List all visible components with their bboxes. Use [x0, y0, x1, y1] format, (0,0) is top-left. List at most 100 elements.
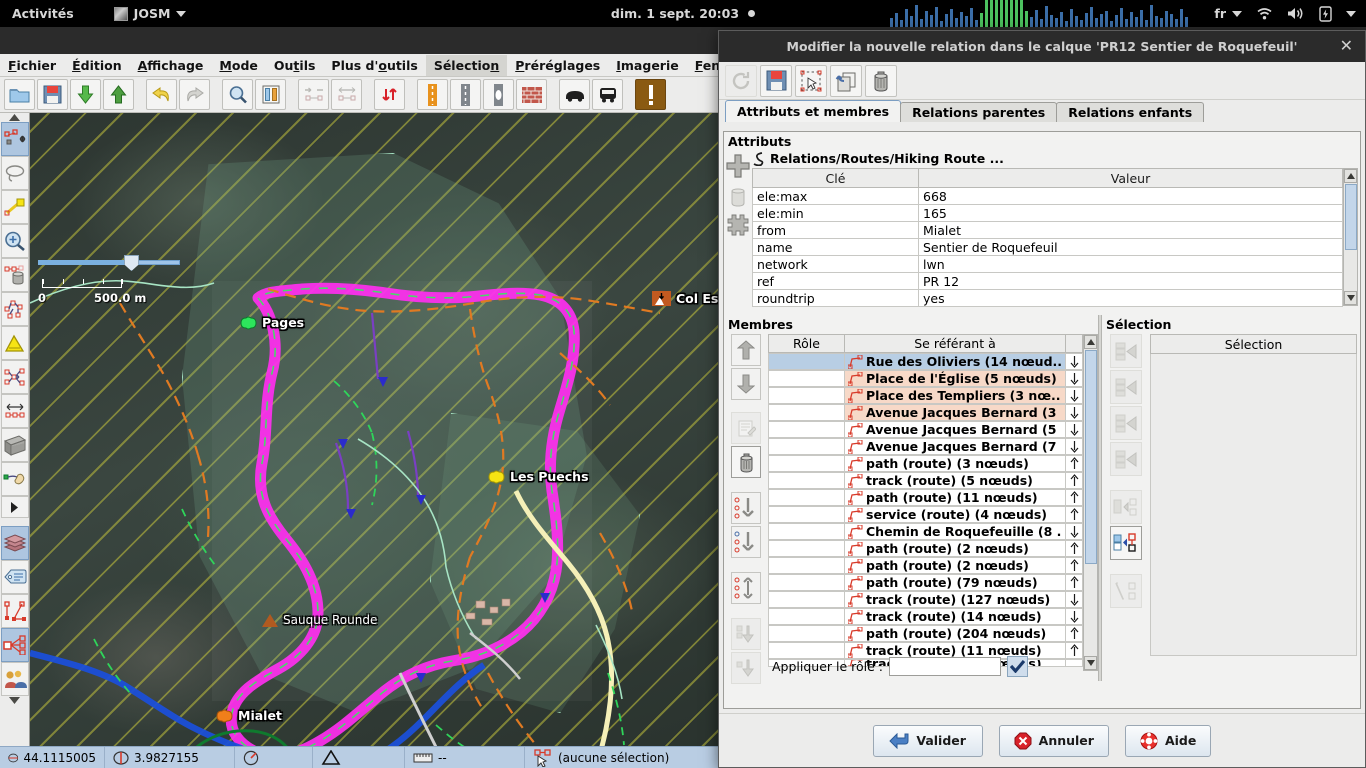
- search-icon[interactable]: [222, 79, 253, 110]
- scrollbar-thumb[interactable]: [1345, 184, 1357, 250]
- select-members-icon[interactable]: [795, 65, 827, 97]
- save-icon[interactable]: [760, 65, 792, 97]
- paste-tags-button[interactable]: [725, 211, 751, 241]
- highway-residential-icon[interactable]: [450, 79, 481, 110]
- tag-value[interactable]: Mialet: [919, 222, 1343, 239]
- member-direction-icon[interactable]: [1066, 506, 1083, 523]
- scroll-up-icon[interactable]: [1084, 335, 1097, 349]
- selection-panel-icon[interactable]: [1, 594, 29, 628]
- members-col-direction[interactable]: [1066, 334, 1083, 353]
- validate-button[interactable]: Valider: [873, 725, 983, 757]
- member-direction-icon[interactable]: [1066, 557, 1083, 574]
- undo-icon[interactable]: [146, 79, 177, 110]
- system-status-area[interactable]: fr: [1214, 0, 1356, 27]
- table-row[interactable]: from Mialet: [753, 222, 1343, 239]
- delete-tag-button[interactable]: [725, 181, 751, 211]
- member-direction-icon[interactable]: [1066, 438, 1083, 455]
- list-item[interactable]: path (route) (2 nœuds): [768, 540, 1083, 557]
- more-tools-icon[interactable]: [1, 496, 29, 518]
- member-role[interactable]: [768, 438, 844, 455]
- table-row[interactable]: ref PR 12: [753, 273, 1343, 290]
- member-ref[interactable]: path (route) (204 nœuds): [844, 625, 1066, 642]
- building-icon[interactable]: [516, 79, 547, 110]
- extrude-icon[interactable]: [1, 360, 29, 394]
- menu-imagerie[interactable]: Imagerie: [608, 55, 686, 76]
- member-ref[interactable]: path (route) (2 nœuds): [844, 557, 1066, 574]
- member-ref[interactable]: path (route) (3 nœuds): [844, 455, 1066, 472]
- scale-icon[interactable]: [1, 394, 29, 428]
- table-row[interactable]: ele:max 668: [753, 188, 1343, 205]
- list-item[interactable]: Rue des Oliviers (14 nœud..: [768, 353, 1083, 370]
- delete-relation-icon[interactable]: [865, 65, 897, 97]
- apply-role-button[interactable]: [1007, 656, 1028, 677]
- member-role[interactable]: [768, 574, 844, 591]
- tag-key[interactable]: name: [753, 239, 919, 256]
- lasso-select-icon[interactable]: [1, 156, 29, 190]
- member-ref[interactable]: track (route) (14 nœuds): [844, 608, 1066, 625]
- zoom-slider[interactable]: [38, 257, 180, 267]
- member-direction-icon[interactable]: [1066, 472, 1083, 489]
- highway-tertiary-icon[interactable]: [483, 79, 514, 110]
- members-scrollbar[interactable]: [1083, 334, 1098, 671]
- member-direction-icon[interactable]: [1066, 642, 1083, 659]
- relations-panel-icon[interactable]: [1, 628, 29, 662]
- menu-fichier[interactable]: Fichier: [0, 55, 64, 76]
- member-direction-icon[interactable]: [1066, 540, 1083, 557]
- bus-icon[interactable]: [592, 79, 623, 110]
- add-tag-button[interactable]: [725, 151, 751, 181]
- list-item[interactable]: track (route) (5 nœuds): [768, 472, 1083, 489]
- member-ref[interactable]: track (route) (5 nœuds): [844, 472, 1066, 489]
- list-item[interactable]: track (route) (14 nœuds): [768, 608, 1083, 625]
- tag-value[interactable]: 668: [919, 188, 1343, 205]
- scroll-down-icon[interactable]: [1084, 656, 1097, 670]
- member-ref[interactable]: path (route) (11 nœuds): [844, 489, 1066, 506]
- member-role[interactable]: [768, 370, 844, 387]
- sort-members-button[interactable]: [731, 492, 761, 524]
- member-ref[interactable]: Avenue Jacques Bernard (7: [844, 438, 1066, 455]
- zoom-mode-icon[interactable]: [1, 224, 29, 258]
- select-mode-icon[interactable]: [1, 122, 29, 156]
- list-item[interactable]: path (route) (2 nœuds): [768, 557, 1083, 574]
- menu-affichage[interactable]: Affichage: [130, 55, 212, 76]
- table-row[interactable]: name Sentier de Roquefeuil: [753, 239, 1343, 256]
- member-ref[interactable]: Rue des Oliviers (14 nœud..: [844, 353, 1066, 370]
- selection-col-header[interactable]: Sélection: [1150, 334, 1357, 354]
- attributes-col-value[interactable]: Valeur: [919, 169, 1343, 188]
- attributes-scrollbar[interactable]: [1343, 168, 1358, 306]
- tag-value[interactable]: yes: [919, 290, 1343, 307]
- member-role[interactable]: [768, 472, 844, 489]
- menu-edition[interactable]: Édition: [64, 55, 130, 76]
- close-icon[interactable]: ✕: [1340, 37, 1353, 55]
- clock[interactable]: dim. 1 sept. 20:03: [0, 0, 1366, 27]
- list-item[interactable]: path (route) (11 nœuds): [768, 489, 1083, 506]
- select-members-in-map-button[interactable]: [1110, 526, 1142, 560]
- cancel-button[interactable]: Annuler: [999, 725, 1109, 757]
- users-panel-icon[interactable]: [1, 662, 29, 696]
- member-ref[interactable]: Avenue Jacques Bernard (5: [844, 421, 1066, 438]
- list-item[interactable]: service (route) (4 nœuds): [768, 506, 1083, 523]
- member-role[interactable]: [768, 353, 844, 370]
- palette-scroll-down-icon[interactable]: [9, 696, 20, 705]
- keyboard-layout-indicator[interactable]: fr: [1214, 6, 1242, 21]
- duplicate-relation-icon[interactable]: [830, 65, 862, 97]
- tag-value[interactable]: PR 12: [919, 273, 1343, 290]
- car-icon[interactable]: [559, 79, 590, 110]
- attributes-col-key[interactable]: Clé: [753, 169, 919, 188]
- remove-member-button[interactable]: [731, 446, 761, 478]
- member-role[interactable]: [768, 387, 844, 404]
- member-role[interactable]: [768, 625, 844, 642]
- download-icon[interactable]: [70, 79, 101, 110]
- tag-value[interactable]: 165: [919, 205, 1343, 222]
- tag-key[interactable]: ele:min: [753, 205, 919, 222]
- member-role[interactable]: [768, 608, 844, 625]
- tab-relations-enfants[interactable]: Relations enfants: [1056, 102, 1204, 122]
- member-ref[interactable]: path (route) (79 nœuds): [844, 574, 1066, 591]
- member-ref[interactable]: track (route) (127 nœuds): [844, 591, 1066, 608]
- member-role[interactable]: [768, 455, 844, 472]
- member-role[interactable]: [768, 404, 844, 421]
- open-folder-icon[interactable]: [4, 79, 35, 110]
- move-up-button[interactable]: [731, 334, 761, 366]
- table-row[interactable]: ele:min 165: [753, 205, 1343, 222]
- tag-key[interactable]: network: [753, 256, 919, 273]
- map-scale-widget[interactable]: 0 500.0 m: [38, 257, 180, 267]
